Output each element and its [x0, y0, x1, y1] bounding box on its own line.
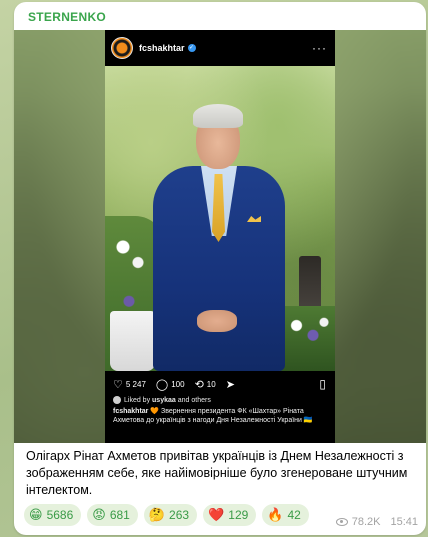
reaction-count: 5686 — [46, 508, 74, 522]
instagram-screenshot: fcshakhtar ✓ ··· ♡ 5 247 ◯ 100 ⟲ 10 ➤ ▯ … — [105, 30, 335, 443]
reaction-angry[interactable]: 😡 681 — [87, 504, 138, 526]
post-photo — [105, 66, 335, 371]
ig-action-bar: ♡ 5 247 ◯ 100 ⟲ 10 ➤ ▯ — [105, 373, 335, 395]
ig-header: fcshakhtar ✓ ··· — [105, 30, 335, 66]
liked-by-avatar — [113, 396, 121, 404]
heart-emoji-icon: ❤️ — [208, 507, 225, 522]
shakhtar-logo-avatar — [111, 37, 133, 59]
heart-outline-icon: ♡ — [113, 378, 123, 391]
ig-like: ♡ 5 247 — [113, 378, 146, 391]
ig-repost: ⟲ 10 — [195, 378, 216, 391]
flower-bed-right — [280, 306, 335, 371]
reaction-count: 42 — [287, 508, 301, 522]
reaction-fire[interactable]: 🔥 42 — [262, 504, 309, 526]
view-count: 78.2K — [351, 516, 381, 528]
ig-share: ➤ — [226, 378, 238, 391]
repost-icon: ⟲ — [194, 378, 204, 391]
reaction-count: 681 — [109, 508, 130, 522]
message-text: Олігарх Рінат Ахметов привітав українців… — [26, 449, 408, 497]
ig-like-count: 5 247 — [125, 379, 146, 389]
bookmark-icon: ▯ — [319, 377, 326, 391]
channel-name[interactable]: STERNENKO — [28, 10, 106, 24]
liked-by-suffix: and others — [177, 396, 211, 404]
angry-emoji-icon: 😡 — [92, 507, 106, 522]
ellipsis-icon: ··· — [312, 41, 327, 55]
ig-comment-count: 100 — [171, 379, 185, 389]
send-icon: ➤ — [225, 378, 235, 391]
fire-emoji-icon: 🔥 — [267, 507, 284, 522]
message-time: 15:41 — [390, 516, 418, 528]
flower-pot-left — [110, 311, 155, 371]
reaction-thinking[interactable]: 🤔 263 — [143, 504, 198, 526]
reaction-count: 129 — [228, 508, 249, 522]
verified-badge-icon: ✓ — [187, 44, 196, 52]
message-meta: 78.2K 15:41 — [335, 516, 418, 528]
ig-repost-count: 10 — [206, 379, 216, 389]
eye-icon — [335, 518, 348, 526]
ig-caption: fcshakhtar 🧡 Звернення президента ФК «Ша… — [113, 407, 329, 425]
thinking-emoji-icon: 🤔 — [148, 507, 166, 522]
message-bubble[interactable]: STERNENKO fcshakhtar ✓ ··· ♡ 5 247 ◯ 100… — [14, 2, 426, 535]
caption-username: fcshakhtar — [113, 408, 149, 415]
comment-icon: ◯ — [155, 378, 169, 391]
reaction-heart[interactable]: ❤️ 129 — [203, 504, 257, 526]
liked-by-user: usykaa — [152, 396, 176, 404]
man-hands — [197, 310, 237, 332]
ig-comment: ◯ 100 — [156, 378, 185, 391]
reaction-grin[interactable]: 😁 5686 — [24, 504, 82, 526]
reactions-bar: 😁 5686 😡 681 🤔 263 ❤️ 129 🔥 42 — [24, 504, 309, 526]
man-hair — [193, 104, 243, 128]
media-attachment[interactable]: fcshakhtar ✓ ··· ♡ 5 247 ◯ 100 ⟲ 10 ➤ ▯ … — [14, 30, 426, 443]
ig-username: fcshakhtar — [139, 43, 185, 53]
grin-emoji-icon: 😁 — [29, 507, 43, 522]
reaction-count: 263 — [169, 508, 190, 522]
liked-by-prefix: Liked by — [124, 396, 151, 404]
ig-liked-by: Liked by usykaa and others — [113, 396, 211, 404]
